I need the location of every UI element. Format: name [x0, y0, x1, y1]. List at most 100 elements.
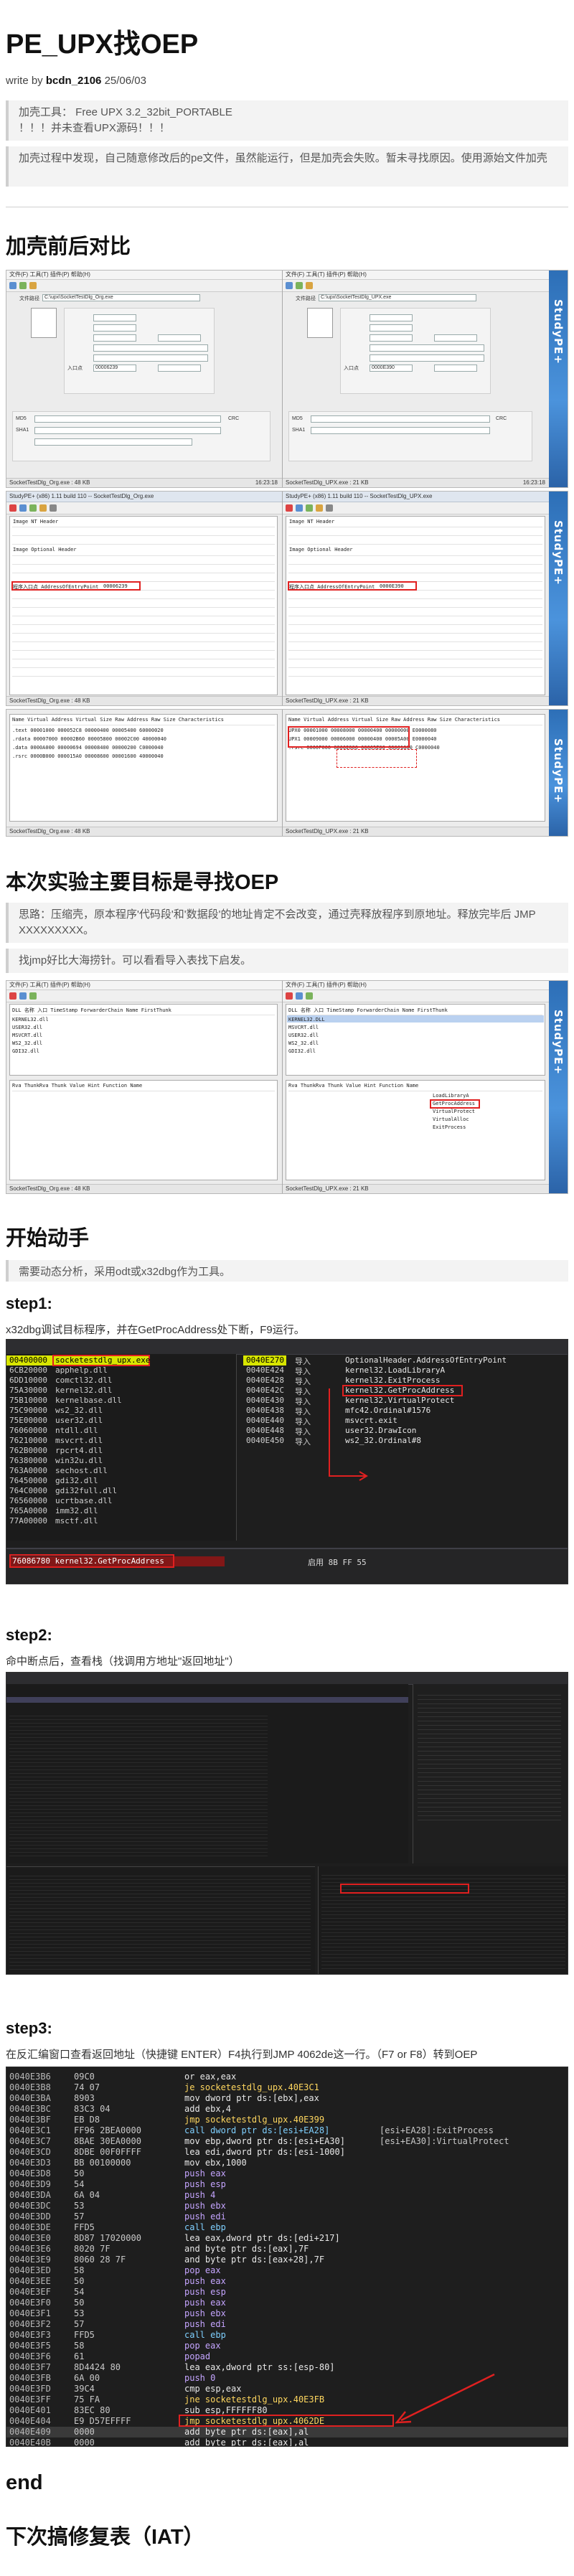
- module-name[interactable]: ntdll.dll: [55, 1426, 98, 1435]
- module-name[interactable]: msvcrt.dll: [55, 1436, 103, 1445]
- file-path-field[interactable]: C:\upx\SocketTestDlg_Org.exe: [42, 294, 200, 301]
- disasm-row[interactable]: 0040E3DE FFD5 call ebp: [6, 2222, 568, 2233]
- disasm-instruction: push edi: [184, 2211, 226, 2222]
- module-name[interactable]: socketestdlg_upx.exe: [55, 1355, 150, 1365]
- disasm-row[interactable]: 0040E3EE 50 push eax: [6, 2276, 568, 2287]
- x32dbg-tabbar[interactable]: [6, 1340, 568, 1355]
- disasm-instruction: push 0: [184, 2373, 216, 2383]
- list-item[interactable]: VirtualProtect: [433, 1109, 475, 1114]
- disasm-row[interactable]: 0040E3D3 BB 00100000 mov ebx,1000: [6, 2158, 568, 2168]
- list-item[interactable]: VirtualAlloc: [433, 1117, 469, 1122]
- disasm-comment: [esi+EA30]:VirtualProtect: [380, 2136, 509, 2146]
- disasm-address: 0040E401: [9, 2405, 51, 2415]
- list-item[interactable]: GDI32.dll: [288, 1048, 316, 1054]
- disasm-bytes: FFD5: [74, 2330, 95, 2340]
- file-path-field-right[interactable]: C:\upx\SocketTestDlg_UPX.exe: [319, 294, 476, 301]
- disasm-row[interactable]: 0040E3BC 83C3 04 add ebx,4: [6, 2104, 568, 2115]
- module-name[interactable]: kernel32.dll: [55, 1386, 112, 1395]
- list-item[interactable]: ExitProcess: [433, 1124, 466, 1130]
- list-item[interactable]: GDI32.dll: [12, 1048, 39, 1054]
- heading-step1: step1:: [6, 1294, 52, 1312]
- module-name[interactable]: kernelbase.dll: [55, 1396, 122, 1405]
- disasm-row[interactable]: 0040E3DA 6A 04 push 4: [6, 2190, 568, 2201]
- byline-prefix: write by: [6, 75, 43, 87]
- module-list: 00400000 socketestdlg_upx.exe 6CB20000 apph…: [6, 1354, 237, 1541]
- module-name[interactable]: gdi32full.dll: [55, 1486, 117, 1495]
- tool-note-quote: 需要动态分析，采用odt或x32dbg作为工具。: [6, 1260, 568, 1282]
- disasm-instruction: push edi: [184, 2319, 226, 2329]
- tool-line-1: 加壳工具： Free UPX 3.2_32bit_PORTABLE: [19, 106, 232, 118]
- import-name[interactable]: kernel32.LoadLibraryA: [345, 1365, 445, 1375]
- table-row[interactable]: .rdata 00007000 00002B60 00005800 00002C…: [12, 736, 166, 742]
- table-row[interactable]: .text 00001000 000052C8 00000400 0000540…: [12, 728, 164, 733]
- disasm-row[interactable]: 0040E3CD 8DBE 00F0FFFF lea edi,dword ptr d…: [6, 2147, 568, 2158]
- disasm-row[interactable]: 0040E3F1 53 push ebx: [6, 2308, 568, 2319]
- list-item[interactable]: LoadLibraryA: [433, 1093, 469, 1099]
- module-name[interactable]: user32.dll: [55, 1416, 103, 1425]
- disasm-row[interactable]: 0040E3C1 FF96 2BEA0000 call dword ptr ds:[…: [6, 2125, 568, 2136]
- disasm-address: 0040E3FB: [9, 2373, 51, 2383]
- disasm-row[interactable]: 0040E3ED 58 pop eax: [6, 2265, 568, 2276]
- disasm-bytes: 8D87 17020000: [74, 2233, 141, 2243]
- module-name[interactable]: win32u.dll: [55, 1456, 103, 1465]
- return-address-highlight: [340, 1884, 469, 1894]
- list-item[interactable]: WS2_32.dll: [12, 1040, 42, 1046]
- import-address: 0040E438: [246, 1406, 284, 1415]
- author-name[interactable]: bcdn_2106: [46, 75, 102, 87]
- module-name[interactable]: ucrtbase.dll: [55, 1496, 112, 1505]
- disasm-row[interactable]: 0040E3BA 8903 mov dword ptr ds:[ebx],eax: [6, 2093, 568, 2104]
- disasm-instruction: call ebp: [184, 2222, 226, 2232]
- disasm-row[interactable]: 0040E3C7 8BAE 30EA0000 mov ebp,dword ptr d…: [6, 2136, 568, 2147]
- list-item[interactable]: KERNEL32.dll: [12, 1017, 49, 1023]
- module-name[interactable]: ws2_32.dll: [55, 1406, 103, 1415]
- module-address: 6CB20000: [9, 1365, 47, 1375]
- disasm-row[interactable]: 0040E3BF EB D8 jmp socketestdlg_upx.40E399: [6, 2115, 568, 2125]
- table-row[interactable]: .data 0000A000 00000694 00008400 0000020…: [12, 745, 164, 751]
- list-item[interactable]: MSVCRT.dll: [288, 1025, 319, 1030]
- disasm-row[interactable]: 0040E3F2 57 push edi: [6, 2319, 568, 2330]
- module-address: 75E00000: [9, 1416, 47, 1425]
- disasm-instruction: push ebx: [184, 2308, 226, 2318]
- disasm-row[interactable]: 0040E3F3 FFD5 call ebp: [6, 2330, 568, 2341]
- disasm-row[interactable]: 0040E3EF 54 push esp: [6, 2287, 568, 2298]
- menu-bar: 文件(F) 工具(T) 插件(P) 帮助(H): [6, 271, 282, 280]
- module-name[interactable]: imm32.dll: [55, 1506, 98, 1515]
- import-name[interactable]: OptionalHeader.AddressOfEntryPoint: [345, 1355, 507, 1365]
- list-item[interactable]: KERNEL32.DLL: [288, 1017, 325, 1023]
- disasm-row[interactable]: 0040E3F5 58 pop eax: [6, 2341, 568, 2351]
- module-address: 76060000: [9, 1426, 47, 1435]
- module-name[interactable]: rpcrt4.dll: [55, 1446, 103, 1455]
- stack-view: [318, 1866, 568, 1974]
- disasm-row[interactable]: 0040E3DC 53 push ebx: [6, 2201, 568, 2211]
- disasm-row[interactable]: 0040E3F6 61 popad: [6, 2351, 568, 2362]
- module-name[interactable]: apphelp.dll: [55, 1365, 108, 1375]
- module-name[interactable]: sechost.dll: [55, 1466, 108, 1475]
- module-name[interactable]: comctl32.dll: [55, 1376, 112, 1385]
- list-item[interactable]: MSVCRT.dll: [12, 1033, 42, 1038]
- disasm-row[interactable]: 0040E3E9 8060 28 7F and byte ptr ds:[eax+2…: [6, 2255, 568, 2265]
- disasm-row[interactable]: 0040E3B6 09C0 or eax,eax: [6, 2072, 568, 2082]
- step3-text: 在反汇编窗口查看返回地址（快捷键 ENTER）F4执行到JMP 4062de这一…: [6, 2049, 478, 2061]
- disasm-bytes: 8DBE 00F0FFFF: [74, 2147, 141, 2157]
- disasm-row[interactable]: 0040E3DD 57 push edi: [6, 2211, 568, 2222]
- disasm-row[interactable]: 0040E3D8 50 push eax: [6, 2168, 568, 2179]
- disasm-row[interactable]: 0040E3F0 50 push eax: [6, 2298, 568, 2308]
- list-item[interactable]: USER32.dll: [12, 1025, 42, 1030]
- heading-goal: 本次实验主要目标是寻找OEP: [6, 871, 279, 894]
- screenshot-x32dbg-step2: [6, 1672, 568, 1975]
- disasm-address: 0040E3EE: [9, 2276, 51, 2286]
- list-item[interactable]: USER32.dll: [288, 1033, 319, 1038]
- screenshot-x32dbg-step1: 00400000 socketestdlg_upx.exe 6CB20000 apph…: [6, 1339, 568, 1584]
- disasm-address: 0040E3FD: [9, 2384, 51, 2394]
- module-name[interactable]: msctf.dll: [55, 1516, 98, 1526]
- list-item[interactable]: WS2_32.dll: [288, 1040, 319, 1046]
- disasm-row[interactable]: 0040E3B8 74 07 je socketestdlg_upx.40E3C1: [6, 2082, 568, 2093]
- disasm-row[interactable]: 0040E3E6 8020 7F and byte ptr ds:[eax],7F: [6, 2244, 568, 2255]
- disasm-address: 0040E3EF: [9, 2287, 51, 2297]
- disasm-row[interactable]: 0040E3E0 8D87 17020000 lea eax,dword ptr d…: [6, 2233, 568, 2244]
- disasm-address: 0040E3DD: [9, 2211, 51, 2222]
- disasm-row[interactable]: 0040E40B 0000 add byte ptr ds:[eax],al: [6, 2438, 568, 2446]
- table-row[interactable]: .rsrc 0000B000 000015A0 00008600 0000160…: [12, 753, 164, 759]
- disasm-row[interactable]: 0040E3D9 54 push esp: [6, 2179, 568, 2190]
- module-name[interactable]: gdi32.dll: [55, 1476, 98, 1485]
